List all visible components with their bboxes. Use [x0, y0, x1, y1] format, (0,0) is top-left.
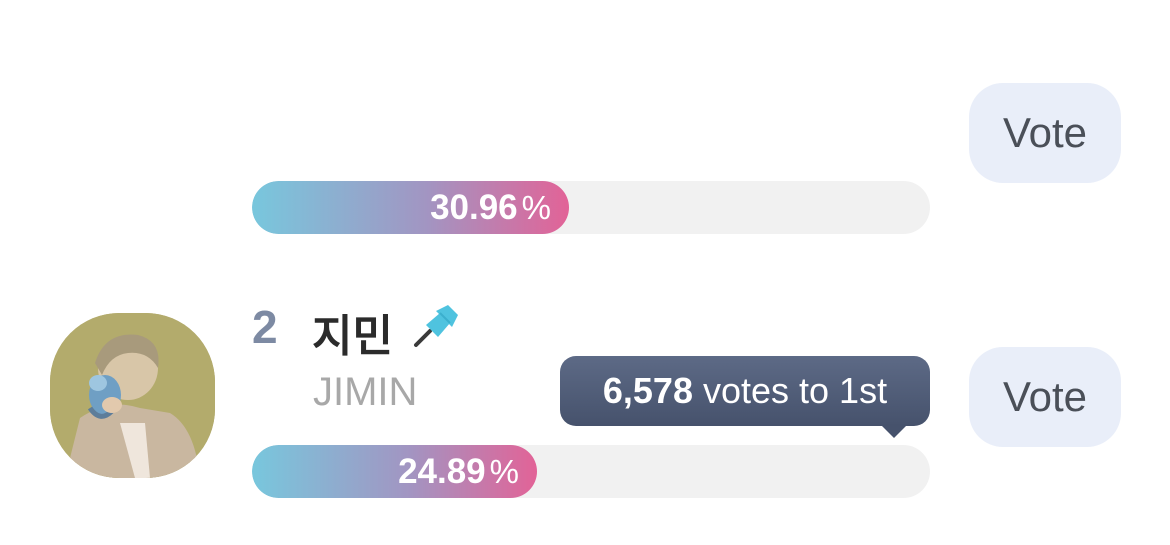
percentage-unit: % — [521, 188, 551, 226]
vote-button-top[interactable]: Vote — [969, 83, 1121, 183]
pushpin-icon[interactable] — [410, 303, 462, 351]
vote-button[interactable]: Vote — [969, 347, 1121, 447]
votes-gap-label: votes to 1st — [702, 370, 888, 411]
tooltip-pointer — [880, 424, 908, 438]
candidate-name-english: JIMIN — [313, 370, 418, 414]
candidate-name-korean: 지민 — [312, 312, 393, 361]
percentage-unit: % — [489, 452, 519, 490]
progress-track-top: 30.96 % — [252, 181, 930, 234]
avatar[interactable] — [50, 313, 215, 478]
percentage-label: 24.89 % — [398, 445, 519, 498]
votes-gap-number: 6,578 — [602, 370, 693, 411]
progress-track: 24.89 % — [252, 445, 930, 498]
rank-number: 2 — [252, 301, 278, 353]
avatar-photo-icon — [50, 313, 215, 478]
progress-fill-top: 30.96 % — [252, 181, 569, 234]
percentage-label-top: 30.96 % — [430, 181, 551, 234]
progress-fill: 24.89 % — [252, 445, 537, 498]
percentage-value: 30.96 — [430, 187, 518, 227]
votes-to-first-tooltip: 6,578 votes to 1st — [560, 356, 930, 426]
percentage-value: 24.89 — [398, 451, 486, 491]
